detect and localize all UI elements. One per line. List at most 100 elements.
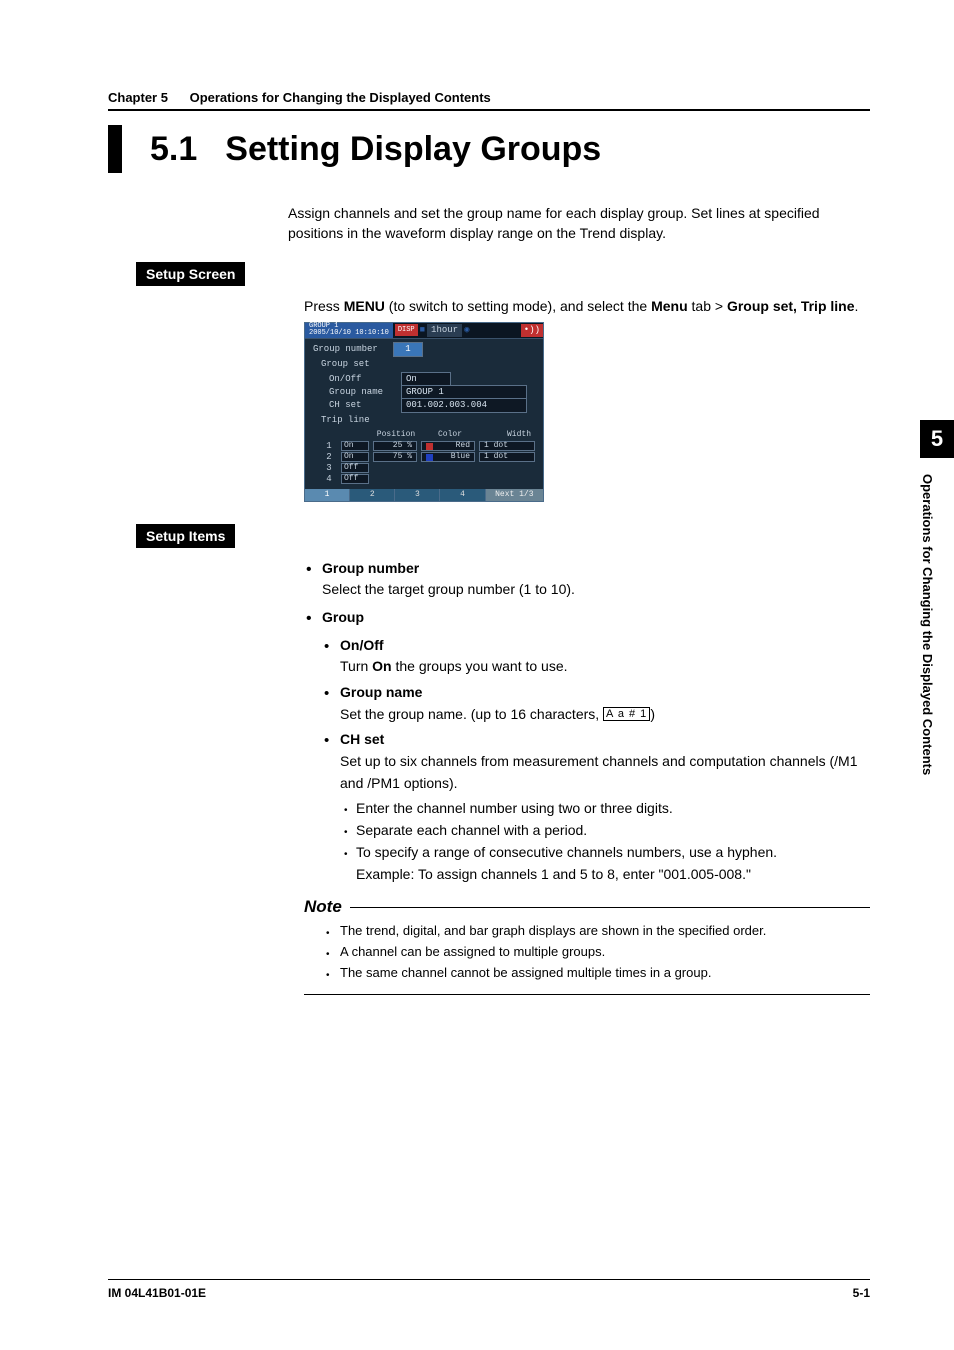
ch-b2: Separate each channel with a period.	[304, 820, 870, 842]
topbar-datetime: 2005/10/10 10:10:10	[309, 330, 389, 337]
ch-b3: To specify a range of consecutive channe…	[304, 842, 870, 885]
device-screenshot: GROUP 1 2005/10/10 10:10:10 DISP ■ 1hour…	[304, 322, 544, 502]
line1c: tab >	[688, 298, 727, 314]
item-group: Group	[304, 607, 870, 629]
intro-text: Assign channels and set the group name f…	[288, 203, 870, 244]
side-tab-number: 5	[920, 420, 954, 458]
topbar-time: 1hour	[427, 324, 462, 337]
trip-line-heading: Trip line	[313, 412, 535, 427]
ch-b3a: To specify a range of consecutive channe…	[356, 844, 777, 860]
onoff-head: On/Off	[340, 637, 384, 653]
setup-items-label: Setup Items	[136, 524, 235, 548]
group-number-label: Group number	[313, 343, 393, 356]
device-topbar: GROUP 1 2005/10/10 10:10:10 DISP ■ 1hour…	[305, 323, 543, 339]
chset-label: CH set	[329, 399, 401, 412]
stop-icon: ■	[420, 324, 425, 337]
trip-width: 1 dot	[479, 441, 535, 451]
rec-icon: •))	[521, 324, 543, 337]
trip-idx: 4	[317, 473, 341, 486]
trip-pos: 25 %	[373, 441, 417, 451]
page-footer: IM 04L41B01-01E 5-1	[108, 1279, 870, 1300]
item-ch-set: CH set Set up to six channels from measu…	[304, 729, 870, 794]
note-line-icon	[350, 907, 870, 908]
title-bar-icon	[108, 125, 122, 173]
ch-b3b: Example: To assign channels 1 and 5 to 8…	[356, 866, 751, 882]
group-name-label: Group name	[329, 386, 401, 399]
target-item: Group set, Trip line	[727, 298, 855, 314]
device-footer: 1 2 3 4 Next 1/3	[305, 489, 543, 501]
chset-body: Set up to six channels from measurement …	[340, 753, 858, 791]
section-title-row: 5.1 Setting Display Groups	[108, 125, 870, 173]
chset-head: CH set	[340, 731, 384, 747]
footer-tab-2: 2	[350, 489, 395, 501]
footer-tab-3: 3	[395, 489, 440, 501]
th-color: Color	[421, 429, 479, 441]
gname-b: )	[650, 706, 655, 722]
onoff-on: On	[372, 658, 391, 674]
onoff-b: the groups you want to use.	[392, 658, 568, 674]
note-list: The trend, digital, and bar graph displa…	[304, 921, 870, 994]
group-number-value: 1	[393, 342, 423, 357]
th-width: Width	[479, 429, 535, 441]
trip-onoff: On	[341, 452, 369, 462]
press-text: Press	[304, 298, 344, 314]
chapter-header: Chapter 5 Operations for Changing the Di…	[108, 90, 870, 111]
disp-icon: DISP	[395, 324, 418, 336]
group-set-heading: Group set	[313, 356, 535, 371]
setup-screen-label: Setup Screen	[136, 262, 245, 286]
period: .	[855, 298, 859, 314]
trip-row: 2On75 %Blue1 dot	[317, 452, 535, 463]
section-title: Setting Display Groups	[225, 130, 601, 169]
ch-b1: Enter the channel number using two or th…	[304, 798, 870, 820]
menu-key: MENU	[344, 298, 385, 314]
trip-onoff: Off	[341, 463, 369, 473]
side-tab-text: Operations for Changing the Displayed Co…	[920, 458, 943, 775]
trip-row: 3Off	[317, 463, 535, 474]
th-position: Position	[371, 429, 421, 441]
row-ch-set: CH set 001.002.003.004	[329, 399, 527, 412]
circle-icon: ◉	[464, 324, 469, 337]
chapter-number: Chapter 5	[108, 90, 168, 105]
footer-next: Next 1/3	[486, 489, 543, 501]
footer-right: 5-1	[853, 1286, 870, 1300]
setup-items-body: Group number Select the target group num…	[304, 558, 870, 886]
trip-pos: 75 %	[373, 452, 417, 462]
chset-value: 001.002.003.004	[401, 398, 527, 413]
group-head: Group	[322, 609, 364, 625]
setup-screen-body: Press MENU (to switch to setting mode), …	[304, 296, 870, 502]
trip-color: Red	[421, 441, 475, 451]
trip-row: 1On25 %Red1 dot	[317, 441, 535, 452]
footer-tab-1: 1	[305, 489, 350, 501]
footer-left: IM 04L41B01-01E	[108, 1286, 206, 1300]
line1b: (to switch to setting mode), and select …	[385, 298, 651, 314]
chapter-title: Operations for Changing the Displayed Co…	[190, 90, 491, 105]
gname-head: Group name	[340, 684, 422, 700]
topbar-group: GROUP 1 2005/10/10 10:10:10	[305, 323, 393, 338]
trip-row: 4Off	[317, 474, 535, 485]
footer-tab-4: 4	[440, 489, 485, 501]
note-head-text: Note	[304, 897, 342, 917]
onoff-a: Turn	[340, 658, 372, 674]
trip-head: Position Color Width	[317, 429, 535, 441]
trip-width: 1 dot	[479, 452, 535, 462]
note-head: Note	[304, 897, 870, 917]
group-number-body: Select the target group number (1 to 10)…	[322, 581, 575, 597]
side-tab: 5 Operations for Changing the Displayed …	[920, 420, 954, 775]
row-group-number: Group number 1	[313, 343, 535, 356]
trip-color: Blue	[421, 452, 475, 462]
item-group-number: Group number Select the target group num…	[304, 558, 870, 601]
trip-table: Position Color Width 1On25 %Red1 dot2On7…	[305, 429, 543, 489]
section-number: 5.1	[150, 130, 197, 169]
group-number-head: Group number	[322, 560, 419, 576]
item-onoff: On/Off Turn On the groups you want to us…	[304, 635, 870, 678]
note-item-3: The same channel cannot be assigned mult…	[326, 963, 870, 984]
onoff-label: On/Off	[329, 373, 401, 386]
item-group-name: Group name Set the group name. (up to 16…	[304, 682, 870, 725]
trip-onoff: Off	[341, 474, 369, 484]
char-mode-icon: A a # 1	[603, 707, 650, 721]
note-block: Note The trend, digital, and bar graph d…	[304, 897, 870, 994]
note-item-2: A channel can be assigned to multiple gr…	[326, 942, 870, 963]
note-item-1: The trend, digital, and bar graph displa…	[326, 921, 870, 942]
trip-onoff: On	[341, 441, 369, 451]
menu-tab: Menu	[651, 298, 688, 314]
